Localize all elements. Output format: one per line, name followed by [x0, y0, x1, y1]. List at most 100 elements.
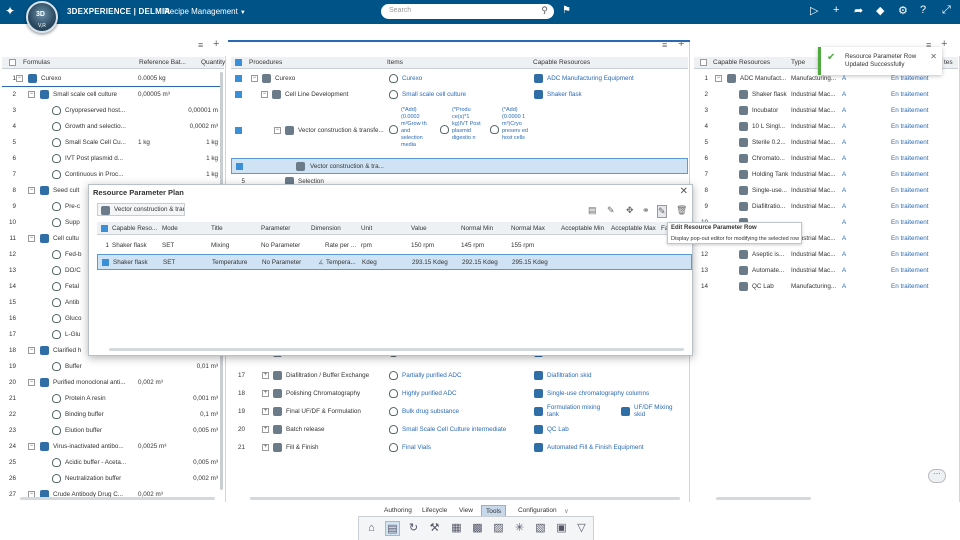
col-type[interactable]: Type — [791, 59, 805, 66]
resource-row[interactable]: 3 Incubator Industrial Mac... A En traitemen… — [694, 103, 958, 119]
status-link[interactable]: En traitement — [891, 187, 928, 194]
procedure-row[interactable]: − Vector construction & transfe... (*Add) … — [231, 103, 688, 158]
status-link[interactable]: En traitement — [891, 155, 928, 162]
procedure-row[interactable]: 21 + Fill & Finish Final Vials Automated Fil… — [231, 440, 688, 456]
formula-row[interactable]: 19 Buffer 0,01 m³ — [2, 359, 222, 375]
select-all-checkbox[interactable] — [101, 225, 108, 232]
resource-link[interactable]: ADC Manufacturing Equipment — [547, 75, 634, 82]
resource-row[interactable]: 9 Diafiltratio... Industrial Mac... A En tra… — [694, 199, 958, 215]
col-capable-resources[interactable]: Capable Resources — [533, 59, 590, 66]
status-link[interactable]: En traitement — [891, 75, 928, 82]
col-status[interactable]: tes — [944, 59, 953, 66]
sync-icon[interactable]: ↻ — [406, 521, 421, 536]
formula-row[interactable]: 7 Continuous in Proc... 1 kg — [2, 167, 222, 183]
home-icon[interactable]: ⌂ — [364, 521, 379, 536]
col-acceptable-max[interactable]: Acceptable Max — [611, 225, 656, 232]
status-link[interactable]: En traitement — [891, 251, 928, 258]
help-icon[interactable]: ? — [920, 4, 926, 16]
row-checkbox[interactable] — [235, 75, 242, 82]
col-reference[interactable]: Reference Bat... — [139, 59, 186, 66]
col-formulas[interactable]: Formulas — [23, 59, 50, 66]
tag-icon[interactable]: ⚑ — [562, 5, 571, 16]
chevron-down-icon[interactable]: ▼ — [240, 10, 246, 16]
chat-icon[interactable]: ⋯ — [928, 469, 946, 483]
app-title[interactable]: Recipe Management ▼ — [164, 7, 246, 16]
parameter-row[interactable]: 1 Shaker flask SET Mixing No Parameter R… — [97, 238, 692, 254]
link-icon[interactable]: ⚭ — [642, 205, 650, 216]
tool-icon[interactable]: ⚒ — [427, 521, 442, 536]
resource-link[interactable]: UF/DF Mixing skid — [634, 404, 684, 418]
status-link[interactable]: En traitement — [891, 139, 928, 146]
expand-toggle[interactable]: + — [262, 444, 269, 451]
formula-row[interactable]: 24 − Virus-inactivated antibo... 0,0025 m³ — [2, 439, 222, 455]
formula-row[interactable]: 3 Cryopreserved host... 0,00001 m — [2, 103, 222, 119]
item-link[interactable]: (*Add) (0.0000 1 m³)Cryo preserv ed host… — [502, 107, 532, 142]
resources-hscrollbar[interactable] — [716, 497, 811, 500]
formula-row[interactable]: 22 Binding buffer 0,1 m³ — [2, 407, 222, 423]
expand-toggle[interactable]: − — [251, 75, 258, 82]
procedure-row[interactable]: 19 + Final UF/DF & Formulation Bulk drug su… — [231, 404, 688, 420]
add-procedure-icon[interactable]: + — [678, 38, 684, 50]
close-icon[interactable]: ✕ — [680, 186, 688, 197]
formula-row[interactable]: 5 Small Scale Cell Cu... 1 kg 1 kg — [2, 135, 222, 151]
procedure-row[interactable]: 17 + Diafiltration / Buffer Exchange Partia… — [231, 368, 688, 384]
formula-row[interactable]: 4 Growth and selectio... 0,0002 m³ — [2, 119, 222, 135]
ds-logo-icon[interactable]: ✦ — [5, 4, 15, 18]
expand-toggle[interactable]: − — [28, 347, 35, 354]
procedure-row[interactable]: − Curexo Curexo ADC Manufacturing Equipment — [231, 71, 688, 87]
expand-toggle[interactable]: − — [261, 91, 268, 98]
close-icon[interactable]: ✕ — [930, 52, 937, 61]
col-capable-resources[interactable]: Capable Resources — [713, 59, 770, 66]
col-mode[interactable]: Mode — [162, 225, 178, 232]
row-checkbox[interactable] — [235, 127, 242, 134]
export-icon[interactable]: ▧ — [533, 521, 548, 536]
resource-link[interactable]: QC Lab — [547, 426, 569, 433]
edit-row-icon[interactable]: ✎ — [657, 205, 667, 218]
status-link[interactable]: En traitement — [891, 123, 928, 130]
parameter-row-selected[interactable]: Shaker flask SET Temperature No Paramete… — [97, 254, 692, 270]
fullscreen-icon[interactable]: ⤢ — [942, 4, 951, 17]
filter-icon[interactable]: ▽ — [574, 521, 589, 536]
row-checkbox[interactable] — [102, 259, 109, 266]
col-parameter[interactable]: Parameter — [261, 225, 290, 232]
expand-toggle[interactable]: − — [28, 235, 35, 242]
network-icon[interactable]: ✳ — [512, 521, 527, 536]
select-all-checkbox[interactable] — [235, 59, 242, 66]
resource-link[interactable]: Automated Fill & Finish Equipment — [547, 444, 644, 451]
table-icon[interactable]: ▦ — [449, 521, 464, 536]
col-items[interactable]: Items — [387, 59, 403, 66]
status-link[interactable]: En traitement — [891, 219, 928, 226]
item-link[interactable]: Small Scale Cell Culture intermediate — [402, 426, 506, 433]
row-checkbox[interactable] — [236, 163, 243, 170]
assign-icon[interactable]: ▩ — [470, 521, 485, 536]
resource-row[interactable]: 6 Chromato... Industrial Mac... A En traitem… — [694, 151, 958, 167]
resource-row[interactable]: 14 QC Lab Manufacturing... A En traitement — [694, 279, 958, 295]
formula-row[interactable]: 27− Crude Antibody Drug C... 0,002 m³ — [2, 487, 222, 503]
col-capable-resource[interactable]: Capable Reso... — [112, 225, 157, 232]
expand-toggle[interactable]: + — [262, 408, 269, 415]
resource-row[interactable]: 7 Holding Tank Industrial Mac... A En traite… — [694, 167, 958, 183]
item-link[interactable]: Highly purified ADC — [402, 390, 457, 397]
col-dimension[interactable]: Dimension — [311, 225, 341, 232]
compass-icon[interactable]: 3D V,R — [26, 1, 58, 33]
dialog-hscrollbar[interactable] — [109, 348, 684, 351]
resource-row[interactable]: 4 10 L Singl... Industrial Mac... A En trait… — [694, 119, 958, 135]
item-link[interactable]: Small scale cell culture — [402, 91, 466, 98]
status-link[interactable]: En traitement — [891, 171, 928, 178]
procedure-row[interactable]: − Cell Line Development Small scale cell c… — [231, 87, 688, 103]
resource-link[interactable]: Single-use chromatography columns — [547, 390, 649, 397]
col-unit[interactable]: Unit — [361, 225, 372, 232]
resource-row[interactable]: 12 Aseptic is... Industrial Mac... A En trai… — [694, 247, 958, 263]
status-link[interactable]: En traitement — [891, 235, 928, 242]
status-link[interactable]: En traitement — [891, 91, 928, 98]
expand-toggle[interactable]: + — [262, 372, 269, 379]
expand-toggle[interactable]: − — [28, 91, 35, 98]
edit-table-icon[interactable]: ✎ — [607, 205, 615, 216]
item-link[interactable]: Bulk drug substance — [402, 408, 459, 415]
col-title[interactable]: Title — [211, 225, 223, 232]
procedure-chip[interactable]: Vector construction & trar — [97, 203, 185, 216]
item-link[interactable]: Curexo — [402, 75, 422, 82]
status-link[interactable]: En traitement — [891, 267, 928, 274]
tools-icon[interactable]: ⚙ — [898, 4, 908, 17]
resource-link[interactable]: Shaker flask — [547, 91, 582, 98]
